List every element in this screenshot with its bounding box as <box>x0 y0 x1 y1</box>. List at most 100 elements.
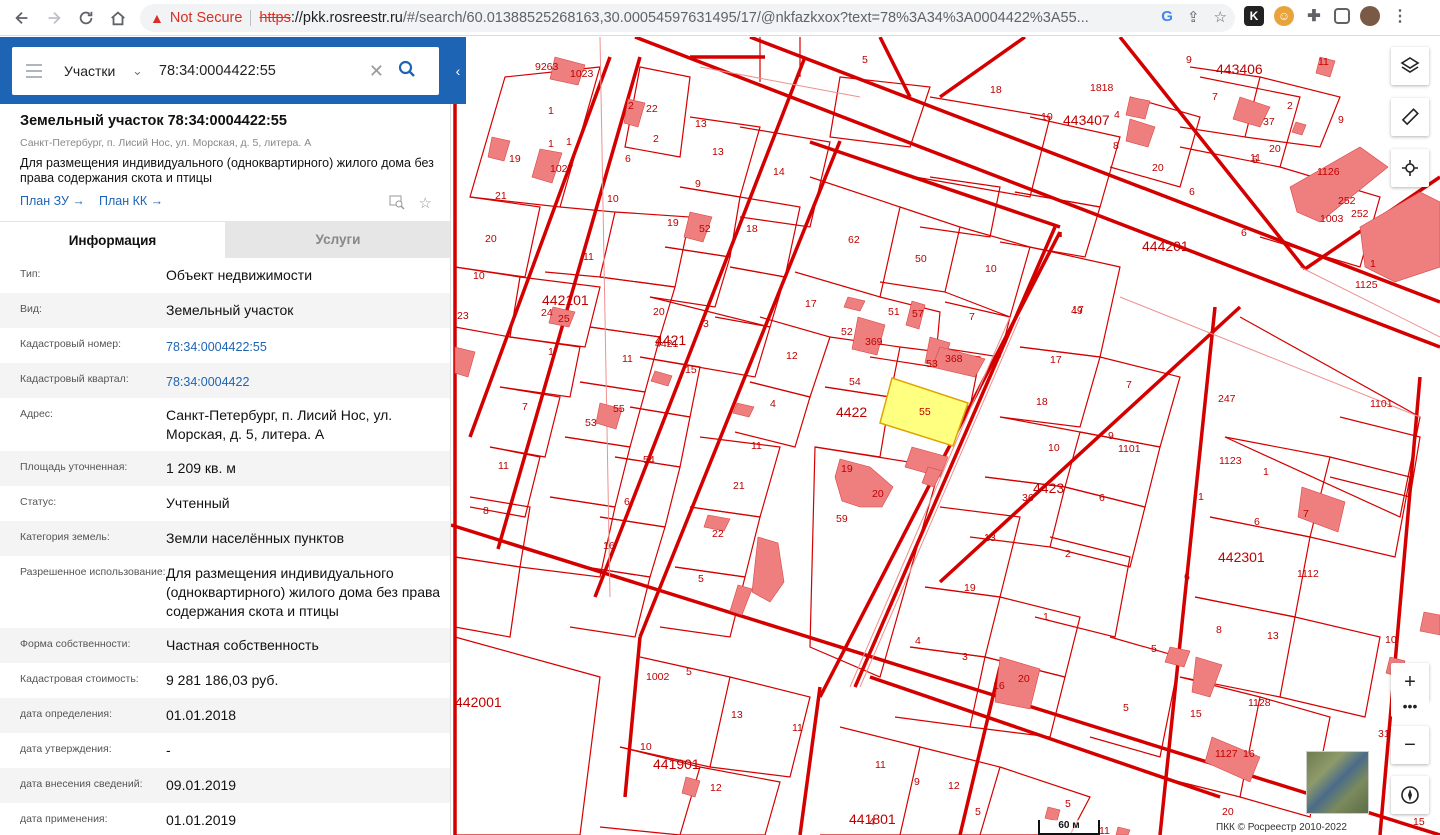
parcel-label: 9 <box>1186 54 1192 66</box>
quarter-label: 4423 <box>1033 480 1064 496</box>
google-icon[interactable]: G <box>1161 8 1173 26</box>
minus-icon[interactable]: − <box>1391 726 1429 764</box>
parcel-label: 7 <box>1212 91 1218 103</box>
puzzle-icon[interactable]: ✚ <box>1304 6 1324 26</box>
bookmark-star-icon[interactable]: ☆ <box>1214 8 1227 26</box>
parcel-label: 3 <box>962 651 968 663</box>
parcel-label: 6 <box>624 496 630 508</box>
parcel-label: 55 <box>919 406 931 418</box>
tab-info[interactable]: Информация <box>0 221 225 258</box>
parcel-label: 5 <box>1151 643 1157 655</box>
crosshair-icon[interactable] <box>1391 149 1429 187</box>
parcel-label: 16 <box>1243 748 1255 760</box>
zoom-to-icon[interactable] <box>389 194 405 214</box>
browser-toolbar: ▲ Not Secure https://pkk.rosreestr.ru/#/… <box>0 0 1440 36</box>
back-icon[interactable] <box>8 4 36 32</box>
extension-k-icon[interactable]: K <box>1244 6 1264 26</box>
parcel-label: 36 <box>1022 492 1034 504</box>
parcel-label: 55 <box>613 403 625 415</box>
info-row: дата внесения сведений: 09.01.2019 <box>0 768 450 803</box>
search-type-select[interactable]: Участки <box>64 63 132 79</box>
parcel-label: 51 <box>888 306 900 318</box>
parcel-label: 11 <box>1099 825 1110 835</box>
copyright-text: ПКК © Росреестр 2010-2022 <box>1213 822 1350 833</box>
collapse-panel-button[interactable]: ‹ <box>450 37 466 104</box>
parcel-label: 1 <box>1370 258 1376 270</box>
parcel-purpose: Для размещения индивидуального (одноквар… <box>20 156 434 185</box>
home-icon[interactable] <box>104 4 132 32</box>
info-row-link[interactable]: 78:34:0004422 <box>166 363 441 392</box>
sidepanel-icon[interactable] <box>1334 8 1350 24</box>
ruler-icon[interactable] <box>1391 98 1429 136</box>
forward-icon[interactable] <box>40 4 68 32</box>
info-row-label: Кадастровый квартал: <box>20 373 129 385</box>
parcel-label: 4 <box>869 816 875 828</box>
parcel-label: 17 <box>1050 354 1062 366</box>
url-host: ://pkk.rosreestr.ru <box>290 10 403 26</box>
plan-kk-link[interactable]: План КК → <box>99 194 163 208</box>
info-row-value: 01.01.2019 <box>166 812 237 828</box>
parcel-label: 25 <box>558 313 570 325</box>
info-row-label: Категория земель: <box>20 531 110 543</box>
parcel-label: 247 <box>1218 393 1236 405</box>
reload-icon[interactable] <box>72 4 100 32</box>
minimap-thumbnail[interactable] <box>1306 751 1369 814</box>
parcel-label: 16 <box>603 540 615 552</box>
quarter-label: 443407 <box>1063 112 1110 128</box>
search-icon[interactable] <box>398 60 416 83</box>
info-row-link[interactable]: 78:34:0004422:55 <box>166 328 441 357</box>
parcel-label: 11 <box>1318 56 1329 68</box>
parcel-label: 9263 <box>535 61 559 73</box>
parcel-label: 53 <box>926 358 938 370</box>
search-input[interactable] <box>158 63 359 79</box>
info-row-value: Учтенный <box>166 495 230 511</box>
info-row-label: Адрес: <box>20 408 53 420</box>
clear-icon[interactable]: ✕ <box>369 61 384 82</box>
parcel-label: 8 <box>1216 624 1222 636</box>
parcel-label: 7 <box>1303 508 1309 520</box>
parcel-address: Санкт-Петербург, п. Лисий Нос, ул. Морск… <box>20 137 312 149</box>
extension-avatar-icon[interactable]: ☺ <box>1274 6 1294 26</box>
parcel-label: 4 <box>770 398 776 410</box>
share-icon[interactable]: ⇪ <box>1187 8 1200 26</box>
address-bar[interactable]: ▲ Not Secure https://pkk.rosreestr.ru/#/… <box>140 4 1235 32</box>
parcel-label: 6 <box>1099 492 1105 504</box>
parcel-label: 20 <box>1222 806 1234 818</box>
plan-zu-link[interactable]: План ЗУ → <box>20 194 85 208</box>
info-row-value: 1 209 кв. м <box>166 460 236 476</box>
parcel-label: 19 <box>841 463 853 475</box>
info-row-value: 01.01.2018 <box>166 707 237 723</box>
parcel-label: 20 <box>653 306 665 318</box>
parcel-label: 1127 <box>1215 748 1238 760</box>
quarter-label: 441901 <box>653 756 700 772</box>
info-row: Тип: Объект недвижимости <box>0 258 450 293</box>
parcel-label: 11 <box>622 353 633 365</box>
parcel-label: 9 <box>1338 114 1344 126</box>
info-row: Вид: Земельный участок <box>0 293 450 328</box>
parcel-label: 1 <box>548 105 554 117</box>
parcel-label: 7 <box>969 311 975 323</box>
parcel-label: 10 <box>607 193 619 205</box>
panel-tabs: Информация Услуги <box>0 221 450 258</box>
profile-avatar[interactable] <box>1360 6 1380 26</box>
info-row-label: дата определения: <box>20 708 113 720</box>
tab-services[interactable]: Услуги <box>225 221 450 258</box>
parcel-label: 20 <box>485 233 497 245</box>
parcel-label: 4 <box>915 635 921 647</box>
parcel-label: 1 <box>1198 491 1204 503</box>
quarter-label: 444201 <box>1142 238 1189 254</box>
chevron-down-icon[interactable]: ⌄ <box>132 63 143 79</box>
layers-icon[interactable] <box>1391 47 1429 85</box>
parcel-label: 19 <box>667 217 679 229</box>
menu-dots-icon[interactable]: ⋮ <box>1390 6 1410 26</box>
parcel-label: 13 <box>984 532 996 544</box>
parcel-label: 37 <box>1263 116 1275 128</box>
menu-icon[interactable] <box>12 64 56 78</box>
parcel-label: 12 <box>786 350 798 362</box>
more-icon[interactable]: ••• <box>1391 695 1429 717</box>
favorite-star-icon[interactable]: ☆ <box>419 194 432 214</box>
security-label[interactable]: Not Secure <box>170 10 243 26</box>
parcel-label: 1101 <box>1118 443 1141 455</box>
compass-icon[interactable] <box>1391 776 1429 814</box>
parcel-label: 3 <box>703 318 709 330</box>
